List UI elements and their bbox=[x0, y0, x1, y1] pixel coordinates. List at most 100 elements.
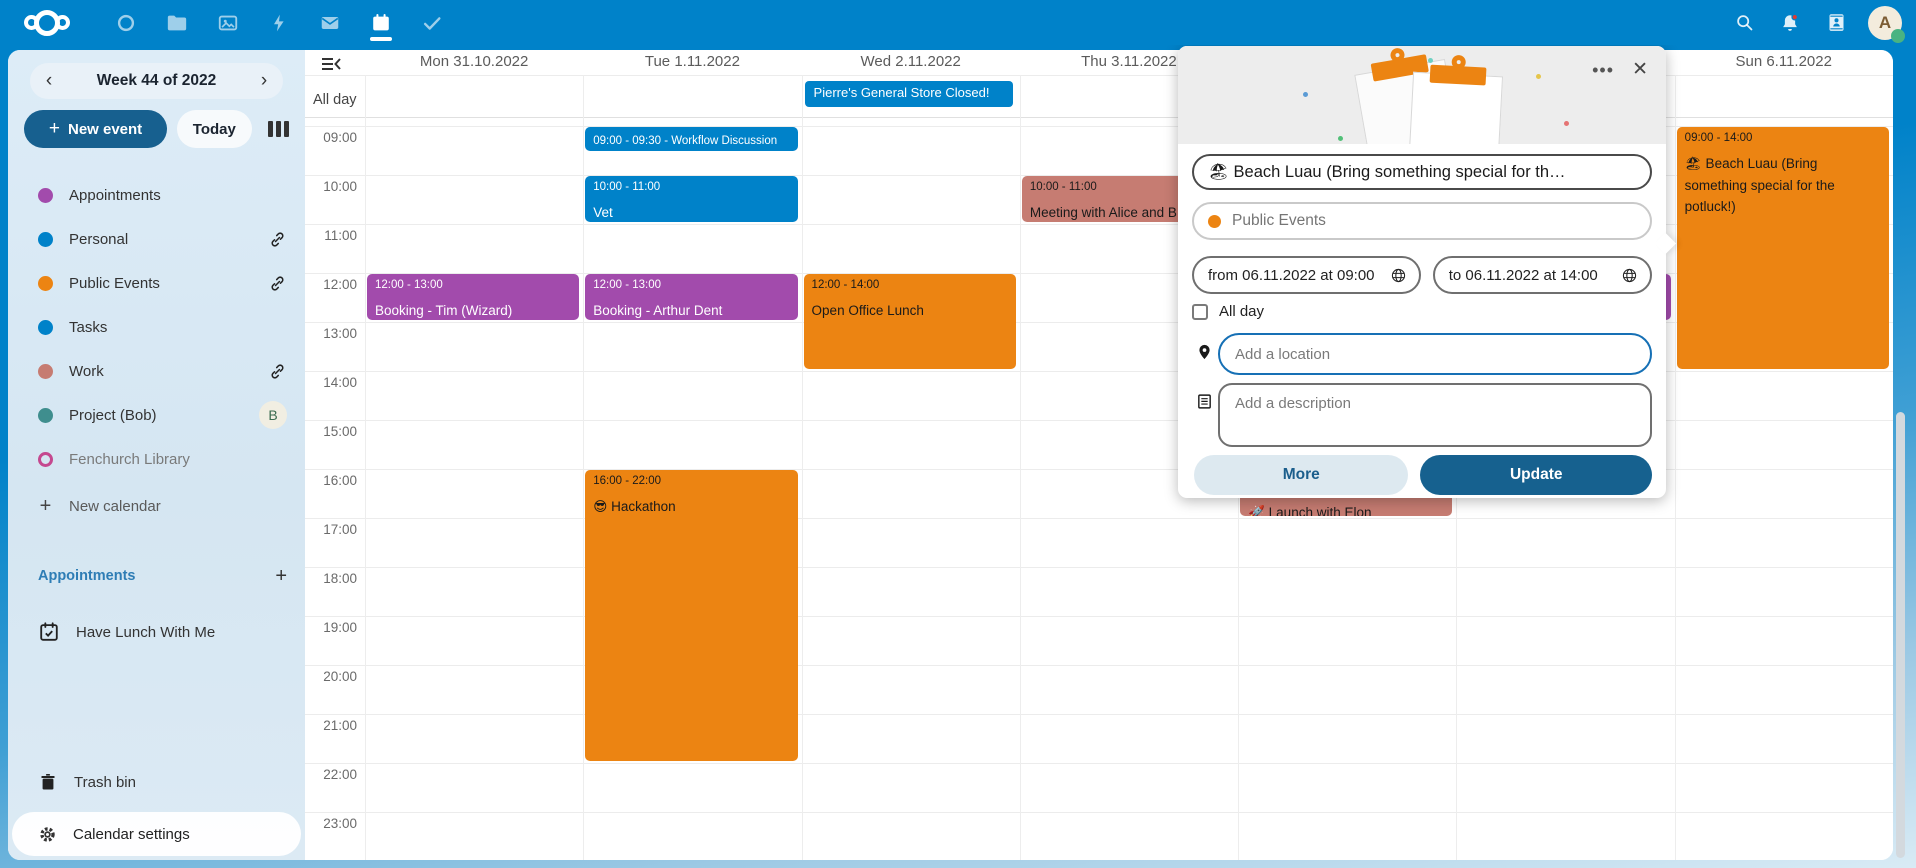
confetti-dot bbox=[1303, 92, 1308, 97]
vertical-scrollbar[interactable] bbox=[1896, 412, 1905, 858]
calendar-event[interactable]: 12:00 - 13:00 Booking - Tim (Wizard) bbox=[367, 274, 579, 320]
calendar-event[interactable]: 12:00 - 13:00Booking - Arthur Dent bbox=[585, 274, 797, 320]
description-input[interactable] bbox=[1218, 383, 1652, 447]
check-icon bbox=[421, 12, 443, 34]
event-title: Open Office Lunch bbox=[812, 300, 1008, 322]
end-datetime-field[interactable]: to 06.11.2022 at 14:00 bbox=[1433, 256, 1652, 294]
share-link-icon[interactable] bbox=[268, 230, 287, 249]
calendar-event[interactable]: 09:00 - 14:00 🏖 Beach Luau (Bring somethi… bbox=[1677, 127, 1889, 369]
new-event-button[interactable]: +New event bbox=[24, 110, 167, 148]
appointment-label: Have Lunch With Me bbox=[76, 624, 215, 641]
timezone-globe-icon[interactable] bbox=[1621, 267, 1638, 284]
lightning-icon bbox=[269, 12, 289, 34]
calendar-color-dot bbox=[38, 320, 53, 335]
allday-event[interactable]: Pierre's General Store Closed! bbox=[805, 81, 1013, 107]
grid-line bbox=[305, 714, 1893, 715]
notifications-bell-icon[interactable] bbox=[1770, 0, 1810, 45]
share-link-icon[interactable] bbox=[268, 274, 287, 293]
app-calendar-icon[interactable] bbox=[361, 0, 401, 45]
nextcloud-logo-icon[interactable] bbox=[12, 0, 82, 45]
calendar-event[interactable]: 09:00 - 09:30 - Workflow Discussion bbox=[585, 127, 797, 151]
sidebar-item-appointments[interactable]: Appointments bbox=[8, 173, 305, 217]
app-dashboard-icon[interactable] bbox=[106, 0, 146, 45]
description-icon bbox=[1192, 392, 1216, 411]
sidebar: ‹ Week 44 of 2022 › +New event Today App… bbox=[8, 50, 305, 860]
calendar-color-dot bbox=[38, 232, 53, 247]
grid-line bbox=[305, 763, 1893, 764]
event-time: 12:00 - 13:00 bbox=[375, 279, 571, 291]
popup-buttons: More Update bbox=[1192, 455, 1652, 495]
trash-bin-label: Trash bin bbox=[74, 774, 136, 791]
time-label: 15:00 bbox=[305, 424, 357, 439]
event-title: 🏖 Beach Luau (Bring something special fo… bbox=[1685, 153, 1881, 218]
share-link-icon[interactable] bbox=[268, 362, 287, 381]
start-datetime-field[interactable]: from 06.11.2022 at 09:00 bbox=[1192, 256, 1421, 294]
grid-line bbox=[802, 75, 803, 860]
calendar-name: Personal bbox=[69, 231, 128, 248]
sidebar-item-work[interactable]: Work bbox=[8, 349, 305, 393]
grid-line bbox=[305, 518, 1893, 519]
end-datetime-value: to 06.11.2022 at 14:00 bbox=[1449, 267, 1598, 284]
top-bar-right: A bbox=[1724, 0, 1908, 45]
event-title-input[interactable] bbox=[1192, 154, 1652, 190]
more-options-kebab-icon[interactable]: ••• bbox=[1592, 60, 1614, 81]
close-icon[interactable]: ✕ bbox=[1632, 58, 1648, 81]
sidebar-item-public-events[interactable]: Public Events bbox=[8, 261, 305, 305]
app-navigation bbox=[106, 0, 452, 45]
sidebar-item-fenchurch-library[interactable]: Fenchurch Library bbox=[8, 437, 305, 481]
allday-checkbox-row[interactable]: All day bbox=[1192, 303, 1652, 320]
section-title: Appointments bbox=[38, 568, 135, 584]
confetti-dot bbox=[1564, 121, 1569, 126]
event-title: 😎 Hackathon bbox=[593, 496, 789, 518]
today-button[interactable]: Today bbox=[177, 110, 251, 148]
time-label: 23:00 bbox=[305, 816, 357, 831]
contacts-icon[interactable] bbox=[1816, 0, 1856, 45]
more-button[interactable]: More bbox=[1194, 455, 1408, 495]
allday-checkbox[interactable] bbox=[1192, 304, 1208, 320]
top-bar: A bbox=[0, 0, 1916, 45]
calendar-event[interactable]: 16:00 - 22:00😎 Hackathon bbox=[585, 470, 797, 761]
sidebar-item-tasks[interactable]: Tasks bbox=[8, 305, 305, 349]
view-toggle-icon[interactable] bbox=[268, 118, 293, 140]
app-files-icon[interactable] bbox=[157, 0, 197, 45]
time-label: 19:00 bbox=[305, 620, 357, 635]
calendar-check-icon bbox=[38, 621, 60, 643]
previous-week-button[interactable]: ‹ bbox=[30, 63, 68, 99]
appointments-section-header: Appointments + bbox=[8, 560, 305, 592]
sidebar-item-personal[interactable]: Personal bbox=[8, 217, 305, 261]
time-label: 22:00 bbox=[305, 767, 357, 782]
add-appointment-button[interactable]: + bbox=[275, 565, 287, 588]
time-label: 17:00 bbox=[305, 522, 357, 537]
trash-bin-button[interactable]: Trash bin bbox=[8, 762, 305, 802]
event-time: 12:00 - 13:00 bbox=[593, 279, 789, 291]
new-calendar-button[interactable]: + New calendar bbox=[8, 487, 305, 525]
grid-line bbox=[305, 665, 1893, 666]
app-mail-icon[interactable] bbox=[310, 0, 350, 45]
next-week-button[interactable]: › bbox=[245, 63, 283, 99]
event-time: 09:00 - 14:00 bbox=[1685, 132, 1881, 144]
app-tasks-icon[interactable] bbox=[412, 0, 452, 45]
calendar-select[interactable]: Public Events bbox=[1192, 202, 1652, 240]
calendar-settings-button[interactable]: Calendar settings bbox=[12, 812, 301, 856]
collapse-weekends-icon[interactable] bbox=[319, 55, 343, 73]
calendar-event[interactable]: 10:00 - 11:00Vet bbox=[585, 176, 797, 222]
calendar-name: Project (Bob) bbox=[69, 407, 157, 424]
appointment-item[interactable]: Have Lunch With Me bbox=[8, 612, 305, 652]
calendar-event[interactable]: 12:00 - 14:00Open Office Lunch bbox=[804, 274, 1016, 369]
clipboard-illustration bbox=[1407, 72, 1503, 144]
location-input[interactable] bbox=[1218, 333, 1652, 375]
calendar-color-dot bbox=[38, 364, 53, 379]
time-label: 16:00 bbox=[305, 473, 357, 488]
location-pin-icon bbox=[1192, 342, 1216, 362]
sidebar-item-project-bob[interactable]: Project (Bob)B bbox=[8, 393, 305, 437]
search-icon[interactable] bbox=[1724, 0, 1764, 45]
calendar-name: Public Events bbox=[69, 275, 160, 292]
update-button[interactable]: Update bbox=[1420, 455, 1652, 495]
event-title: 🚀 Launch with Elon bbox=[1248, 502, 1444, 516]
app-photos-icon[interactable] bbox=[208, 0, 248, 45]
user-avatar[interactable]: A bbox=[1868, 6, 1902, 40]
event-title: Booking - Tim (Wizard) bbox=[375, 300, 571, 320]
app-activity-icon[interactable] bbox=[259, 0, 299, 45]
new-calendar-label: New calendar bbox=[69, 498, 161, 515]
timezone-globe-icon[interactable] bbox=[1390, 267, 1407, 284]
